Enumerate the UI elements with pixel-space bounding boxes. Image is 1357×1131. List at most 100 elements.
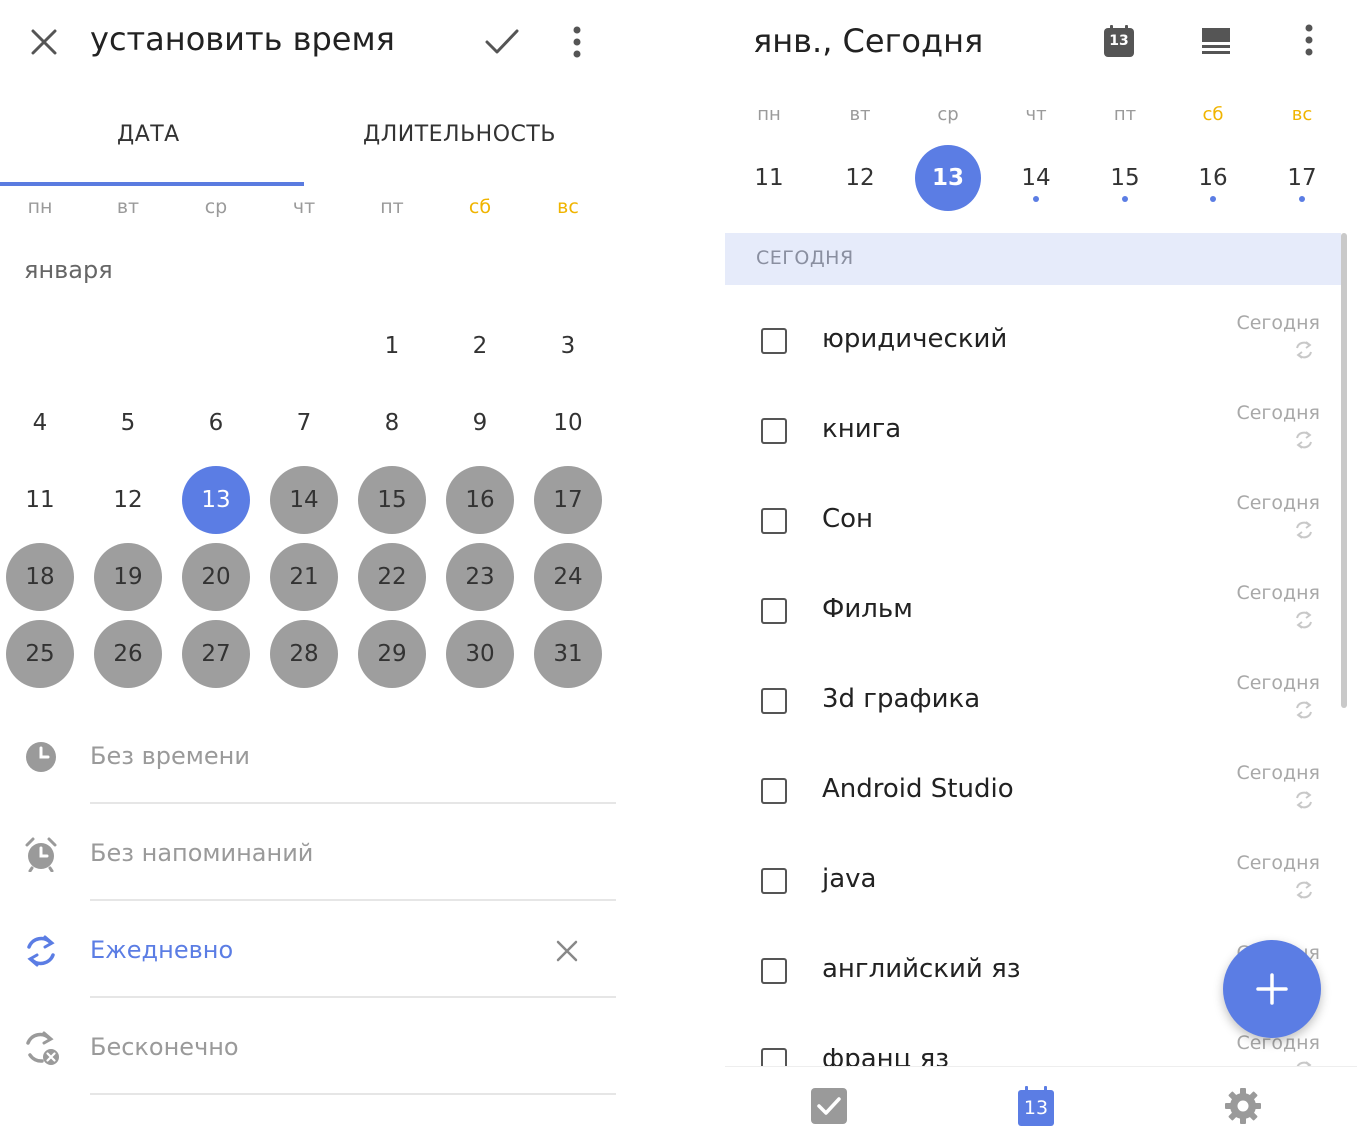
task-row[interactable]: java Сегодня <box>725 852 1341 942</box>
calendar-day[interactable]: 16 <box>446 466 514 534</box>
calendar-day[interactable]: 27 <box>182 620 250 688</box>
page-title: янв., Сегодня <box>753 22 984 60</box>
option-repeat-label: Ежедневно <box>90 936 234 964</box>
more-menu-button[interactable] <box>562 22 592 62</box>
active-tab-indicator <box>0 182 304 186</box>
calendar-day[interactable]: 2 <box>446 312 514 380</box>
calendar-day-selected[interactable]: 13 <box>182 466 250 534</box>
scrollbar[interactable] <box>1341 233 1347 708</box>
task-row[interactable]: юридический Сегодня <box>725 312 1341 402</box>
task-row[interactable]: Сон Сегодня <box>725 492 1341 582</box>
option-repeat[interactable]: Ежедневно <box>0 930 640 1026</box>
task-checkbox[interactable] <box>761 328 787 354</box>
calendar-day[interactable]: 26 <box>94 620 162 688</box>
calendar-day[interactable]: 12 <box>94 466 162 534</box>
calendar-day[interactable]: 20 <box>182 543 250 611</box>
calendar-day[interactable]: 9 <box>446 389 514 457</box>
calendar-day[interactable]: 17 <box>534 466 602 534</box>
weekday-label: вт <box>849 104 871 125</box>
nav-calendar[interactable]: 13 <box>1017 1085 1055 1127</box>
nav-tasks[interactable] <box>810 1087 848 1125</box>
repeat-end-icon <box>20 1027 62 1069</box>
task-checkbox[interactable] <box>761 508 787 534</box>
calendar-day[interactable]: 25 <box>6 620 74 688</box>
plus-icon <box>1256 973 1288 1005</box>
weekday-label: чт <box>292 196 316 218</box>
task-checkbox[interactable] <box>761 778 787 804</box>
calendar-day[interactable]: 28 <box>270 620 338 688</box>
tab-date[interactable]: ДАТА <box>117 122 180 147</box>
close-button[interactable] <box>24 22 64 62</box>
task-row[interactable]: книга Сегодня <box>725 402 1341 492</box>
task-date: Сегодня <box>1236 762 1320 784</box>
view-mode-button[interactable] <box>1201 26 1231 56</box>
task-checkbox[interactable] <box>761 958 787 984</box>
month-label: января <box>24 256 113 284</box>
repeat-icon <box>1294 520 1314 540</box>
task-row[interactable]: 3d графика Сегодня <box>725 672 1341 762</box>
more-menu-button[interactable] <box>1299 24 1319 60</box>
week-day-selected[interactable]: 13 <box>915 145 981 211</box>
week-day[interactable]: 12 <box>827 145 893 211</box>
calendar-day[interactable]: 19 <box>94 543 162 611</box>
calendar-day[interactable]: 10 <box>534 389 602 457</box>
calendar-day[interactable]: 31 <box>534 620 602 688</box>
option-end-label: Бесконечно <box>90 1033 239 1061</box>
calendar-day[interactable]: 21 <box>270 543 338 611</box>
calendar-day[interactable]: 4 <box>6 389 74 457</box>
calendar-day[interactable]: 6 <box>182 389 250 457</box>
week-day[interactable]: 11 <box>736 145 802 211</box>
alarm-icon <box>20 833 62 875</box>
more-vertical-icon <box>573 26 581 58</box>
nav-settings[interactable] <box>1224 1087 1262 1125</box>
task-title: книга <box>822 414 902 444</box>
calendar-day[interactable]: 5 <box>94 389 162 457</box>
task-title: Android Studio <box>822 774 1014 804</box>
task-date: Сегодня <box>1236 492 1320 514</box>
weekday-label: вт <box>116 196 140 218</box>
option-reminder-label: Без напоминаний <box>90 839 314 867</box>
task-checkbox[interactable] <box>761 868 787 894</box>
calendar-day[interactable]: 8 <box>358 389 426 457</box>
calendar-day[interactable]: 30 <box>446 620 514 688</box>
calendar-day[interactable]: 23 <box>446 543 514 611</box>
repeat-icon <box>1294 340 1314 360</box>
repeat-icon <box>1294 790 1314 810</box>
task-indicator-dot <box>1122 196 1128 202</box>
task-title: Сон <box>822 504 874 534</box>
calendar-day[interactable]: 14 <box>270 466 338 534</box>
set-time-panel: установить время ДАТА ДЛИТЕЛЬНОСТЬ пн вт с… <box>0 0 640 1131</box>
confirm-button[interactable] <box>480 22 524 62</box>
clear-repeat-button[interactable] <box>552 936 582 966</box>
calendar-day[interactable]: 18 <box>6 543 74 611</box>
task-title: java <box>822 864 877 894</box>
option-end[interactable]: Бесконечно <box>0 1027 640 1123</box>
calendar-day[interactable]: 1 <box>358 312 426 380</box>
agenda-panel: янв., Сегодня 13 пн вт ср чт пт сб вс 11 12 13 14… <box>725 0 1357 1131</box>
divider <box>90 899 616 901</box>
weekday-label: чт <box>1025 104 1047 125</box>
calendar-badge-text: 13 <box>1109 33 1129 49</box>
divider <box>90 802 616 804</box>
add-task-button[interactable] <box>1223 940 1321 1038</box>
option-reminder[interactable]: Без напоминаний <box>0 833 640 929</box>
weekday-label: ср <box>937 104 959 125</box>
nav-calendar-badge: 13 <box>1023 1097 1049 1119</box>
task-row[interactable]: Фильм Сегодня <box>725 582 1341 672</box>
today-calendar-button[interactable]: 13 <box>1103 24 1135 58</box>
task-checkbox[interactable] <box>761 688 787 714</box>
task-checkbox[interactable] <box>761 418 787 444</box>
calendar-day[interactable]: 29 <box>358 620 426 688</box>
tab-duration[interactable]: ДЛИТЕЛЬНОСТЬ <box>363 122 556 147</box>
calendar-day[interactable]: 3 <box>534 312 602 380</box>
task-row[interactable]: Android Studio Сегодня <box>725 762 1341 852</box>
calendar-day[interactable]: 24 <box>534 543 602 611</box>
calendar-day[interactable]: 15 <box>358 466 426 534</box>
calendar-day[interactable]: 7 <box>270 389 338 457</box>
weekday-label: пт <box>1113 104 1137 125</box>
calendar-day[interactable]: 11 <box>6 466 74 534</box>
task-checkbox[interactable] <box>761 598 787 624</box>
calendar-day[interactable]: 22 <box>358 543 426 611</box>
option-time[interactable]: Без времени <box>0 736 640 832</box>
weekday-label: пт <box>380 196 404 218</box>
